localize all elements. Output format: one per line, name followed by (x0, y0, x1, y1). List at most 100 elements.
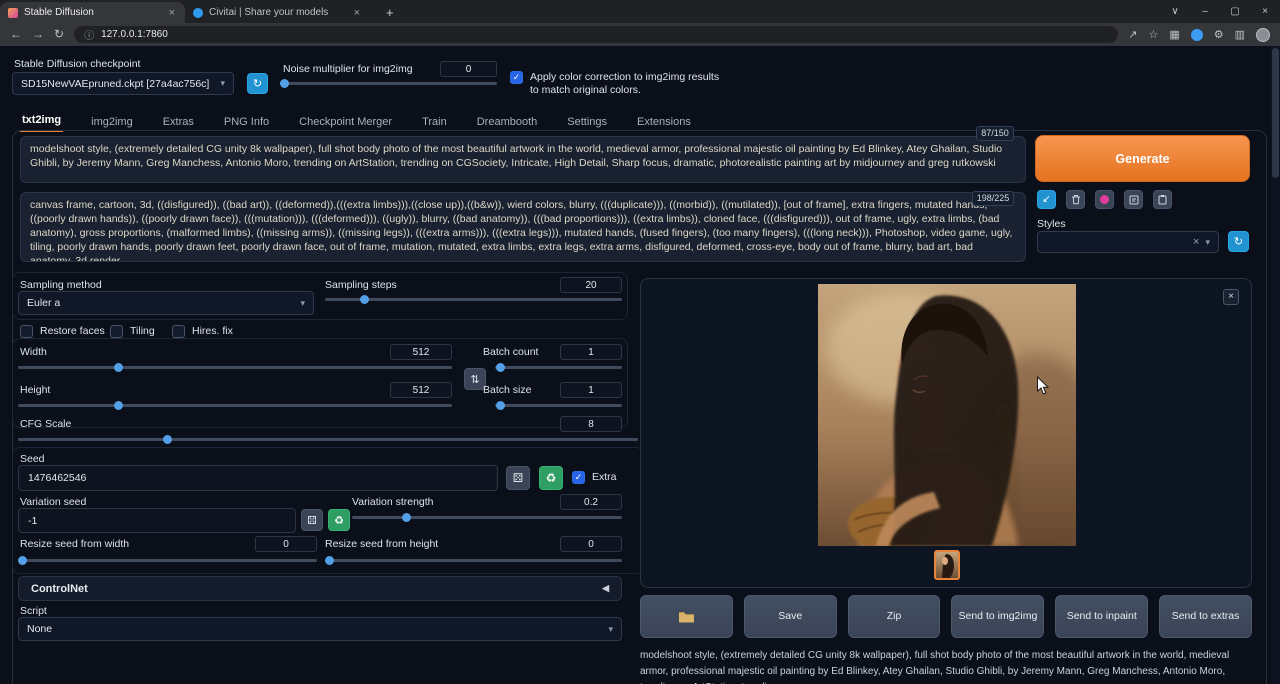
negative-prompt-textarea[interactable]: canvas frame, cartoon, 3d, ((disfigured)… (20, 192, 1026, 262)
new-tab-button[interactable]: + (380, 2, 400, 23)
tab-img2img[interactable]: img2img (89, 112, 135, 132)
extra-seed-checkbox[interactable]: Extra (572, 471, 617, 484)
height-value[interactable] (390, 382, 452, 398)
apply-style-button[interactable] (1153, 190, 1172, 209)
tab-close-icon[interactable]: × (167, 7, 177, 19)
styles-dropdown[interactable]: × ▾ (1037, 231, 1219, 253)
sampling-steps-slider[interactable] (325, 293, 622, 305)
tab-png-info[interactable]: PNG Info (222, 112, 271, 132)
random-seed-button[interactable]: ⚄ (506, 466, 530, 490)
browser-tab-stable-diffusion[interactable]: Stable Diffusion × (0, 2, 185, 23)
extensions-icon[interactable]: ⚙ (1214, 28, 1224, 41)
zip-button[interactable]: Zip (848, 595, 941, 638)
sampling-steps-value[interactable] (560, 277, 622, 293)
reuse-seed-button[interactable]: ♻ (539, 466, 563, 490)
browser-essentials-icon[interactable] (1191, 29, 1203, 41)
paste-generation-params-button[interactable]: ↙ (1037, 190, 1056, 209)
variation-strength-value[interactable] (560, 494, 622, 510)
address-bar[interactable]: ⓘ 127.0.0.1:7860 (74, 26, 1118, 43)
tab-settings[interactable]: Settings (565, 112, 609, 132)
slider-handle[interactable] (114, 363, 123, 372)
variation-strength-slider[interactable] (352, 511, 622, 523)
refresh-styles-button[interactable]: ↻ (1228, 231, 1249, 252)
batch-size-slider[interactable] (495, 399, 622, 411)
window-menu-icon[interactable]: ∨ (1160, 0, 1190, 23)
send-to-img2img-button[interactable]: Send to img2img (951, 595, 1044, 638)
generate-button[interactable]: Generate (1035, 135, 1250, 182)
profile-avatar[interactable] (1256, 28, 1270, 42)
tab-dreambooth[interactable]: Dreambooth (475, 112, 540, 132)
share-icon[interactable]: ↗ (1128, 28, 1137, 41)
noise-multiplier-slider[interactable] (282, 77, 497, 89)
collections-icon[interactable]: ▦ (1169, 28, 1179, 41)
variation-seed-input[interactable] (18, 508, 296, 533)
color-correction-checkbox[interactable]: Apply color correction to img2img result… (510, 71, 725, 97)
random-variation-seed-button[interactable]: ⚄ (301, 509, 323, 531)
slider-handle[interactable] (496, 401, 505, 410)
open-folder-button[interactable] (640, 595, 733, 638)
seed-input[interactable] (18, 465, 498, 491)
checkpoint-dropdown[interactable]: SD15NewVAEpruned.ckpt [27a4ac756c] ▾ (12, 72, 234, 95)
restore-faces-checkbox[interactable]: Restore faces (20, 325, 105, 338)
clear-styles-icon[interactable]: × (1193, 236, 1199, 248)
back-icon[interactable]: ← (10, 23, 22, 46)
controlnet-accordion[interactable]: ControlNet ◀ (18, 576, 622, 601)
batch-size-value[interactable] (560, 382, 622, 398)
batch-count-slider[interactable] (495, 361, 622, 373)
site-info-icon[interactable]: ⓘ (84, 27, 94, 42)
slider-handle[interactable] (360, 295, 369, 304)
height-slider[interactable] (18, 399, 452, 411)
resize-seed-width-slider[interactable] (18, 554, 317, 566)
slider-handle[interactable] (402, 513, 411, 522)
browser-toolbar: ← → ↻ ⓘ 127.0.0.1:7860 ↗ ☆ ▦ ⚙ ▥ (0, 23, 1280, 46)
favorite-star-icon[interactable]: ☆ (1148, 28, 1158, 41)
save-style-button[interactable] (1124, 190, 1143, 209)
resize-seed-height-slider[interactable] (325, 554, 622, 566)
generated-image[interactable] (818, 284, 1076, 546)
sampling-method-dropdown[interactable]: Euler a ▾ (18, 291, 314, 315)
width-slider[interactable] (18, 361, 452, 373)
slider-handle[interactable] (18, 556, 27, 565)
close-window-button[interactable]: × (1250, 0, 1280, 23)
slider-handle[interactable] (280, 79, 289, 88)
tab-txt2img[interactable]: txt2img (20, 110, 63, 132)
slider-handle[interactable] (325, 556, 334, 565)
width-value[interactable] (390, 344, 452, 360)
screen: Stable Diffusion × Civitai | Share your … (0, 0, 1280, 684)
split-screen-icon[interactable]: ▥ (1235, 28, 1245, 41)
refresh-checkpoint-button[interactable]: ↻ (247, 73, 268, 94)
close-gallery-icon[interactable]: × (1223, 289, 1239, 305)
send-to-inpaint-button[interactable]: Send to inpaint (1055, 595, 1148, 638)
noise-multiplier-value[interactable] (440, 61, 497, 77)
slider-handle[interactable] (496, 363, 505, 372)
gallery-thumbnail[interactable] (934, 550, 960, 580)
prompt-textarea[interactable]: modelshoot style, (extremely detailed CG… (20, 136, 1026, 183)
script-dropdown[interactable]: None ▾ (18, 617, 622, 641)
extra-networks-button[interactable] (1095, 190, 1114, 209)
scrollbar-thumb[interactable] (1272, 48, 1279, 178)
tab-extensions[interactable]: Extensions (635, 112, 693, 132)
maximize-button[interactable]: ▢ (1220, 0, 1250, 23)
hires-fix-checkbox[interactable]: Hires. fix (172, 325, 233, 338)
tiling-checkbox[interactable]: Tiling (110, 325, 155, 338)
reuse-variation-seed-button[interactable]: ♻ (328, 509, 350, 531)
tab-checkpoint-merger[interactable]: Checkpoint Merger (297, 112, 394, 132)
page-scrollbar[interactable] (1271, 46, 1280, 684)
tab-close-icon[interactable]: × (352, 7, 362, 19)
resize-seed-width-value[interactable] (255, 536, 317, 552)
slider-handle[interactable] (114, 401, 123, 410)
cfg-scale-value[interactable] (560, 416, 622, 432)
reload-icon[interactable]: ↻ (54, 23, 64, 46)
minimize-button[interactable]: – (1190, 0, 1220, 23)
browser-tab-civitai[interactable]: Civitai | Share your models × (185, 2, 370, 23)
tab-train[interactable]: Train (420, 112, 449, 132)
send-to-extras-button[interactable]: Send to extras (1159, 595, 1252, 638)
batch-count-value[interactable] (560, 344, 622, 360)
tab-extras[interactable]: Extras (161, 112, 196, 132)
save-button[interactable]: Save (744, 595, 837, 638)
resize-seed-height-value[interactable] (560, 536, 622, 552)
forward-icon[interactable]: → (32, 23, 44, 46)
cfg-scale-slider[interactable] (18, 433, 638, 445)
clear-prompt-button[interactable] (1066, 190, 1085, 209)
slider-handle[interactable] (163, 435, 172, 444)
